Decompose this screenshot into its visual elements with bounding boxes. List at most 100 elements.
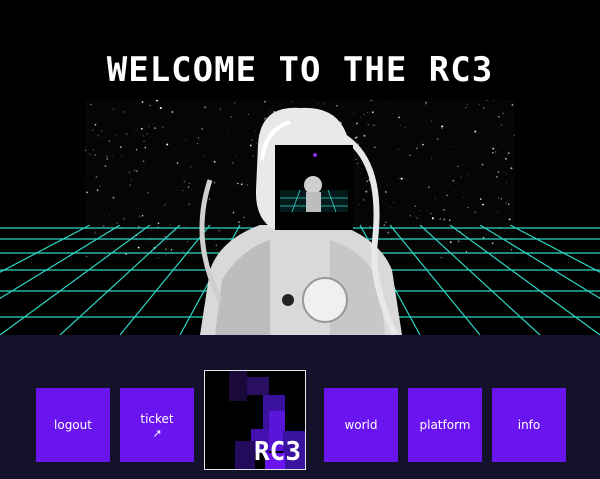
logout-label: logout [54,418,92,432]
star [497,170,500,174]
star [97,134,100,137]
star [117,117,119,118]
star [463,120,465,121]
star [147,192,149,194]
star [429,165,431,167]
platform-button[interactable]: platform [408,388,482,462]
star [104,165,107,167]
star [439,218,441,220]
star [469,190,470,192]
star [115,135,116,136]
star [478,104,480,106]
star [455,190,457,192]
star [466,154,468,156]
logout-button[interactable]: logout [36,388,110,462]
star [493,99,494,101]
star [460,176,462,179]
star [156,169,157,170]
star [112,196,115,199]
star [424,121,426,123]
star [424,103,427,105]
star [151,195,153,196]
star [157,222,160,225]
ticket-content: ticket ↗ [140,412,173,439]
star [422,143,424,146]
world-button[interactable]: world [324,388,398,462]
star [159,106,162,110]
star [482,203,484,206]
star [446,194,448,197]
star [92,148,95,151]
star [452,179,455,182]
star [123,217,125,220]
star [130,178,132,180]
star [90,138,92,140]
star [143,140,145,143]
star [140,127,143,130]
star [507,152,510,155]
info-button[interactable]: info [492,388,566,462]
star [506,182,508,184]
ticket-button[interactable]: ticket ↗ [120,388,194,462]
star [144,125,146,127]
star [90,104,92,106]
star [500,124,503,126]
star [98,185,101,187]
star [176,162,179,164]
star [148,126,150,128]
star [498,197,499,198]
star [443,209,445,211]
star [112,108,114,110]
star [119,122,121,124]
star [136,149,138,151]
star [486,99,488,101]
star [425,101,427,104]
star [474,130,477,133]
star [460,165,462,166]
star [449,219,451,221]
star [430,212,432,215]
star [109,215,110,216]
star [463,196,465,198]
star [96,189,99,192]
star [443,218,446,221]
star [503,128,505,129]
star [94,154,97,156]
star [171,111,174,113]
star [166,143,169,146]
star [430,120,432,122]
star [505,157,507,160]
star [427,186,430,189]
star [491,151,494,154]
star [513,134,515,136]
star [421,140,422,141]
star [467,206,469,209]
logo-text: RC3 [254,437,301,467]
star [100,129,103,132]
star [123,110,125,113]
star [511,103,514,106]
star [106,158,108,160]
star [135,170,138,173]
star [436,137,439,140]
platform-label: platform [419,418,471,432]
star [502,145,504,146]
star [86,191,89,194]
star [142,135,145,137]
external-link-icon: ↗ [152,426,162,440]
star [153,123,155,125]
star [128,171,131,174]
star [441,127,443,130]
star [95,176,98,179]
star [431,217,434,220]
star [94,123,97,126]
star [481,163,484,166]
star [154,127,156,130]
star [134,134,135,136]
star [475,220,477,221]
star [133,152,134,153]
rc3-logo-tile[interactable]: RC3 [204,370,306,470]
star [166,203,167,205]
star [149,104,151,107]
astronaut-image [199,107,402,335]
